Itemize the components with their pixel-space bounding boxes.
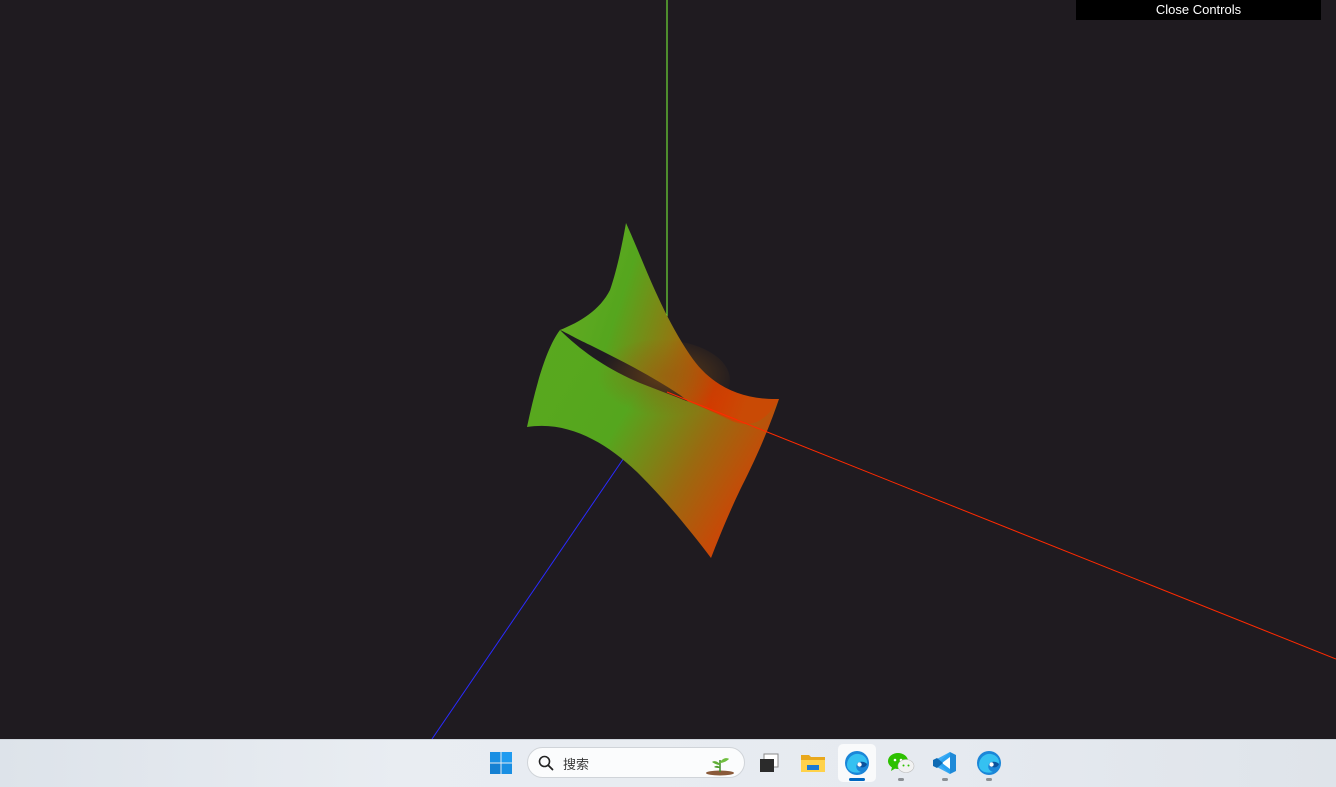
running-indicator	[898, 778, 904, 781]
edge-icon	[977, 751, 1001, 775]
scene-canvas[interactable]	[0, 0, 1336, 739]
taskbar-search-box[interactable]: 搜索	[527, 747, 745, 778]
seedling-icon	[706, 758, 734, 776]
edge-icon	[845, 751, 869, 775]
search-placeholder: 搜索	[563, 758, 590, 773]
search-icon	[538, 755, 554, 771]
x-axis-line	[666, 391, 1336, 660]
3d-viewport[interactable]	[0, 0, 1336, 739]
start-button[interactable]	[482, 744, 520, 782]
z-axis-line	[431, 451, 629, 739]
vscode-icon	[933, 752, 956, 774]
vscode-taskbar-button[interactable]	[926, 744, 964, 782]
wechat-icon	[888, 753, 915, 773]
file-explorer-button[interactable]	[794, 744, 832, 782]
windows-start-icon	[490, 752, 512, 774]
close-controls-button[interactable]: Close Controls	[1076, 0, 1321, 20]
edge-taskbar-button[interactable]	[970, 744, 1008, 782]
task-view-icon	[760, 753, 779, 772]
task-view-button[interactable]	[750, 744, 788, 782]
saddle-shading	[590, 340, 730, 420]
edge-taskbar-button-focused[interactable]	[838, 744, 876, 782]
running-indicator	[986, 778, 992, 781]
wechat-taskbar-button[interactable]	[882, 744, 920, 782]
focus-indicator	[849, 778, 865, 781]
running-indicator	[942, 778, 948, 781]
file-explorer-icon	[801, 755, 825, 772]
